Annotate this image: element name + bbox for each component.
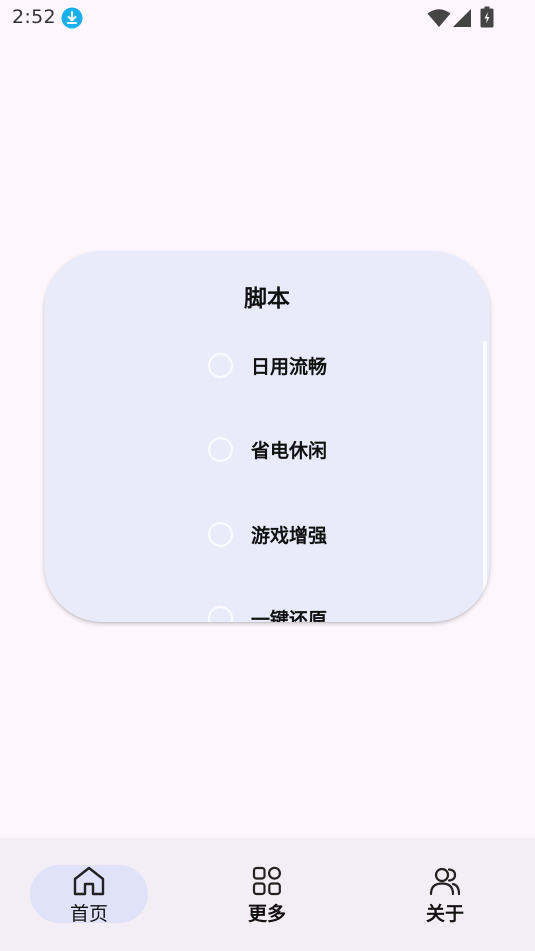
option-label: 一键还原 [251, 608, 328, 623]
option-label: 游戏增强 [251, 524, 328, 547]
option-daily-smooth[interactable]: 日用流畅 [208, 349, 327, 381]
script-card: 脚本 日用流畅 省电休闲 游戏增强 一键还原 [44, 251, 490, 622]
option-label: 省电休闲 [251, 439, 328, 462]
radio-button[interactable] [208, 605, 233, 622]
scrollbar[interactable] [483, 341, 487, 595]
battery-charging-icon [480, 6, 494, 28]
wifi-icon [427, 9, 451, 27]
download-icon [61, 7, 83, 29]
option-game-boost[interactable]: 游戏增强 [208, 518, 327, 550]
nav-label-home: 首页 [69, 903, 108, 925]
grid-icon [252, 866, 282, 896]
radio-button[interactable] [208, 352, 233, 378]
option-label: 日用流畅 [251, 355, 328, 378]
cell-signal-icon [453, 9, 471, 27]
users-icon [429, 867, 461, 896]
nav-label-more: 更多 [247, 903, 286, 925]
bottom-navigation: 首页 更多 关于 [0, 838, 535, 951]
nav-label-about: 关于 [425, 903, 464, 925]
nav-item-about[interactable]: 关于 [356, 838, 534, 951]
home-icon [73, 866, 105, 896]
radio-button[interactable] [208, 521, 233, 547]
nav-item-more[interactable]: 更多 [178, 838, 356, 951]
option-one-click-restore[interactable]: 一键还原 [208, 602, 327, 622]
status-bar: 2:52 [0, 0, 535, 36]
radio-button[interactable] [208, 436, 233, 462]
option-power-saving[interactable]: 省电休闲 [208, 433, 327, 465]
nav-item-home[interactable]: 首页 [0, 838, 178, 951]
card-title: 脚本 [244, 286, 290, 312]
status-time: 2:52 [12, 6, 56, 28]
